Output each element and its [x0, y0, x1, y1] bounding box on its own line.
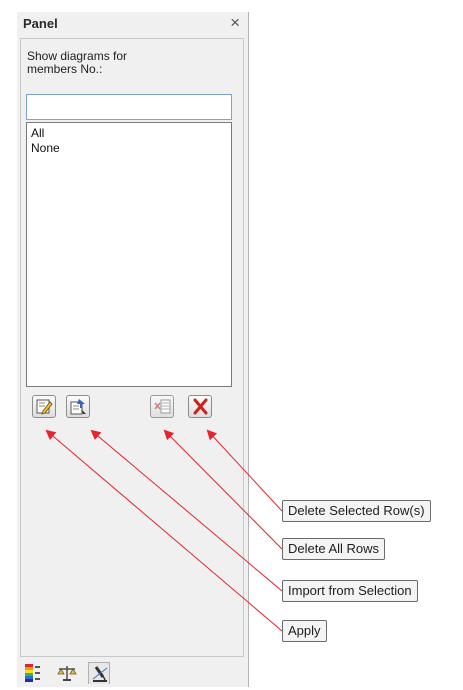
members-caption: Show diagrams for members No.:	[27, 49, 128, 76]
delete-rows-icon	[154, 399, 171, 414]
color-scale-icon	[25, 664, 40, 682]
delete-all-rows-button[interactable]	[150, 395, 174, 418]
microscope-icon	[92, 666, 108, 682]
panel: Panel × Show diagrams for members No.: A…	[17, 12, 249, 687]
red-x-icon	[193, 398, 208, 415]
list-item-none[interactable]: None	[31, 141, 227, 156]
callout-delete-selected-rows: Delete Selected Row(s)	[282, 500, 431, 522]
members-list[interactable]: All None	[26, 122, 232, 387]
tab-results[interactable]	[88, 662, 110, 684]
import-from-selection-button[interactable]	[66, 395, 90, 418]
close-icon[interactable]: ×	[230, 13, 240, 33]
callout-apply: Apply	[282, 620, 327, 642]
tab-views[interactable]	[56, 662, 78, 684]
screenshot-stage: Panel × Show diagrams for members No.: A…	[0, 0, 463, 690]
members-input[interactable]	[26, 94, 232, 120]
edit-pencil-icon	[36, 399, 53, 415]
panel-title: Panel	[23, 16, 58, 31]
callout-delete-all-rows: Delete All Rows	[282, 538, 386, 560]
delete-selected-rows-button[interactable]	[188, 395, 212, 418]
balance-scale-icon	[57, 666, 77, 681]
tab-data[interactable]	[22, 662, 44, 684]
navigator-tabs	[20, 659, 244, 685]
apply-button[interactable]	[32, 395, 56, 418]
panel-body: Show diagrams for members No.: All None	[20, 38, 244, 657]
callout-import-from-selection: Import from Selection	[282, 580, 418, 602]
list-item-all[interactable]: All	[31, 126, 227, 141]
import-select-icon	[70, 399, 86, 415]
